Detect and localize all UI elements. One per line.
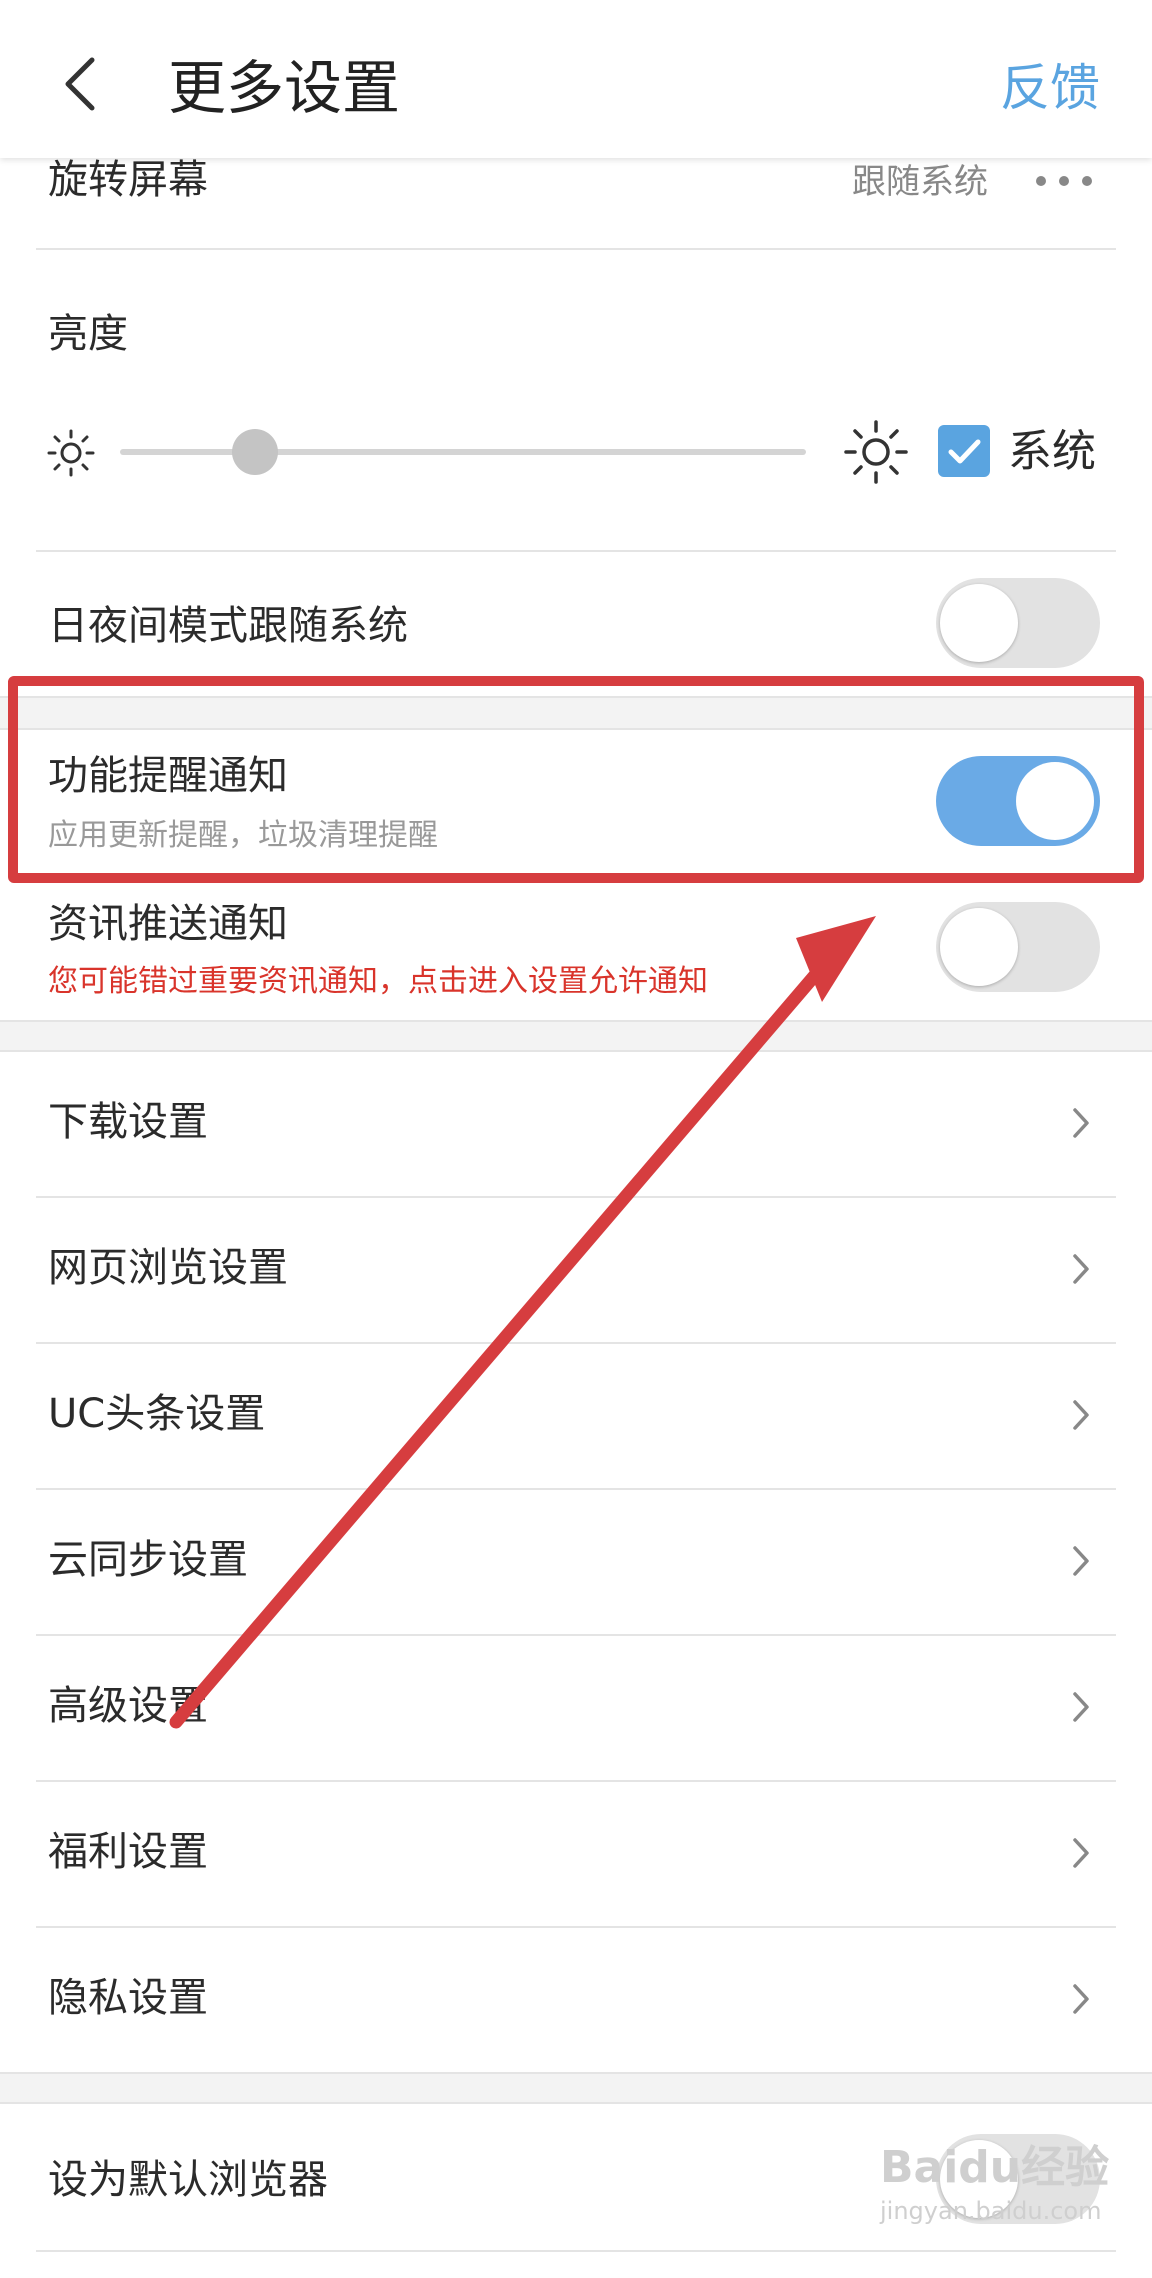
watermark-subtext: jingyan.baidu.com: [880, 2197, 1102, 2225]
toggle-knob: [1016, 762, 1094, 840]
more-dots-icon[interactable]: [1034, 174, 1094, 188]
feature-notify-label: 功能提醒通知: [48, 753, 288, 799]
menu-row-label: 云同步设置: [48, 1537, 248, 1583]
news-notify-warning[interactable]: 您可能错过重要资讯通知，点击进入设置允许通知: [48, 960, 708, 1004]
menu-row-welfare[interactable]: 福利设置: [0, 1782, 1152, 1926]
section-gap: [0, 2072, 1152, 2104]
brightness-slider-thumb[interactable]: [232, 429, 278, 475]
back-arrow-icon[interactable]: [60, 56, 100, 112]
chevron-right-icon: [1073, 1838, 1089, 1868]
toggle-knob: [940, 908, 1018, 986]
chevron-right-icon: [1073, 1692, 1089, 1722]
chevron-right-icon: [1073, 1254, 1089, 1284]
section-gap: [0, 696, 1152, 730]
menu-row-label: 网页浏览设置: [48, 1245, 288, 1291]
chevron-right-icon: [1073, 1108, 1089, 1138]
menu-row-web-browsing[interactable]: 网页浏览设置: [0, 1198, 1152, 1342]
menu-row-label: 隐私设置: [48, 1975, 208, 2021]
night-mode-toggle[interactable]: [936, 578, 1100, 668]
divider: [36, 2250, 1116, 2252]
menu-row-cloud-sync[interactable]: 云同步设置: [0, 1490, 1152, 1634]
brightness-low-icon: [47, 429, 95, 477]
rotate-screen-row[interactable]: 旋转屏幕 跟随系统: [0, 150, 1152, 248]
divider: [36, 550, 1116, 552]
divider: [36, 248, 1116, 250]
menu-row-advanced[interactable]: 高级设置: [0, 1636, 1152, 1780]
brightness-high-icon: [844, 420, 908, 484]
chevron-right-icon: [1073, 1984, 1089, 2014]
menu-row-label: 下载设置: [48, 1099, 208, 1145]
menu-row-download[interactable]: 下载设置: [0, 1050, 1152, 1196]
menu-row-privacy[interactable]: 隐私设置: [0, 1928, 1152, 2072]
feedback-button[interactable]: 反馈: [1000, 50, 1100, 126]
system-brightness-label: 系统: [1008, 426, 1096, 477]
menu-row-label: UC头条设置: [48, 1391, 266, 1437]
feature-notify-toggle[interactable]: [936, 756, 1100, 846]
feature-notify-subtitle: 应用更新提醒，垃圾清理提醒: [48, 818, 438, 853]
baidu-watermark: Baidu经验 jingyan.baidu.com: [880, 2140, 1109, 2226]
toggle-knob: [940, 584, 1018, 662]
rotate-screen-label: 旋转屏幕: [48, 157, 208, 203]
watermark-text: Baidu经验: [880, 2142, 1110, 2193]
system-brightness-checkbox[interactable]: [938, 425, 990, 477]
rotate-screen-value: 跟随系统: [852, 162, 988, 202]
brightness-slider-track[interactable]: [120, 449, 806, 455]
news-notify-toggle[interactable]: [936, 902, 1100, 992]
news-notify-label: 资讯推送通知: [48, 901, 288, 947]
brightness-label: 亮度: [48, 311, 128, 357]
menu-row-label: 福利设置: [48, 1829, 208, 1875]
night-mode-label: 日夜间模式跟随系统: [48, 603, 408, 649]
default-browser-label: 设为默认浏览器: [48, 2157, 328, 2203]
section-gap: [0, 1020, 1152, 1052]
page-title: 更多设置: [168, 54, 401, 122]
chevron-right-icon: [1073, 1546, 1089, 1576]
menu-row-label: 高级设置: [48, 1683, 208, 1729]
checkmark-icon: [948, 439, 981, 464]
chevron-right-icon: [1073, 1400, 1089, 1430]
menu-row-uc-headlines[interactable]: UC头条设置: [0, 1344, 1152, 1488]
app-header: 更多设置 反馈: [0, 0, 1152, 158]
